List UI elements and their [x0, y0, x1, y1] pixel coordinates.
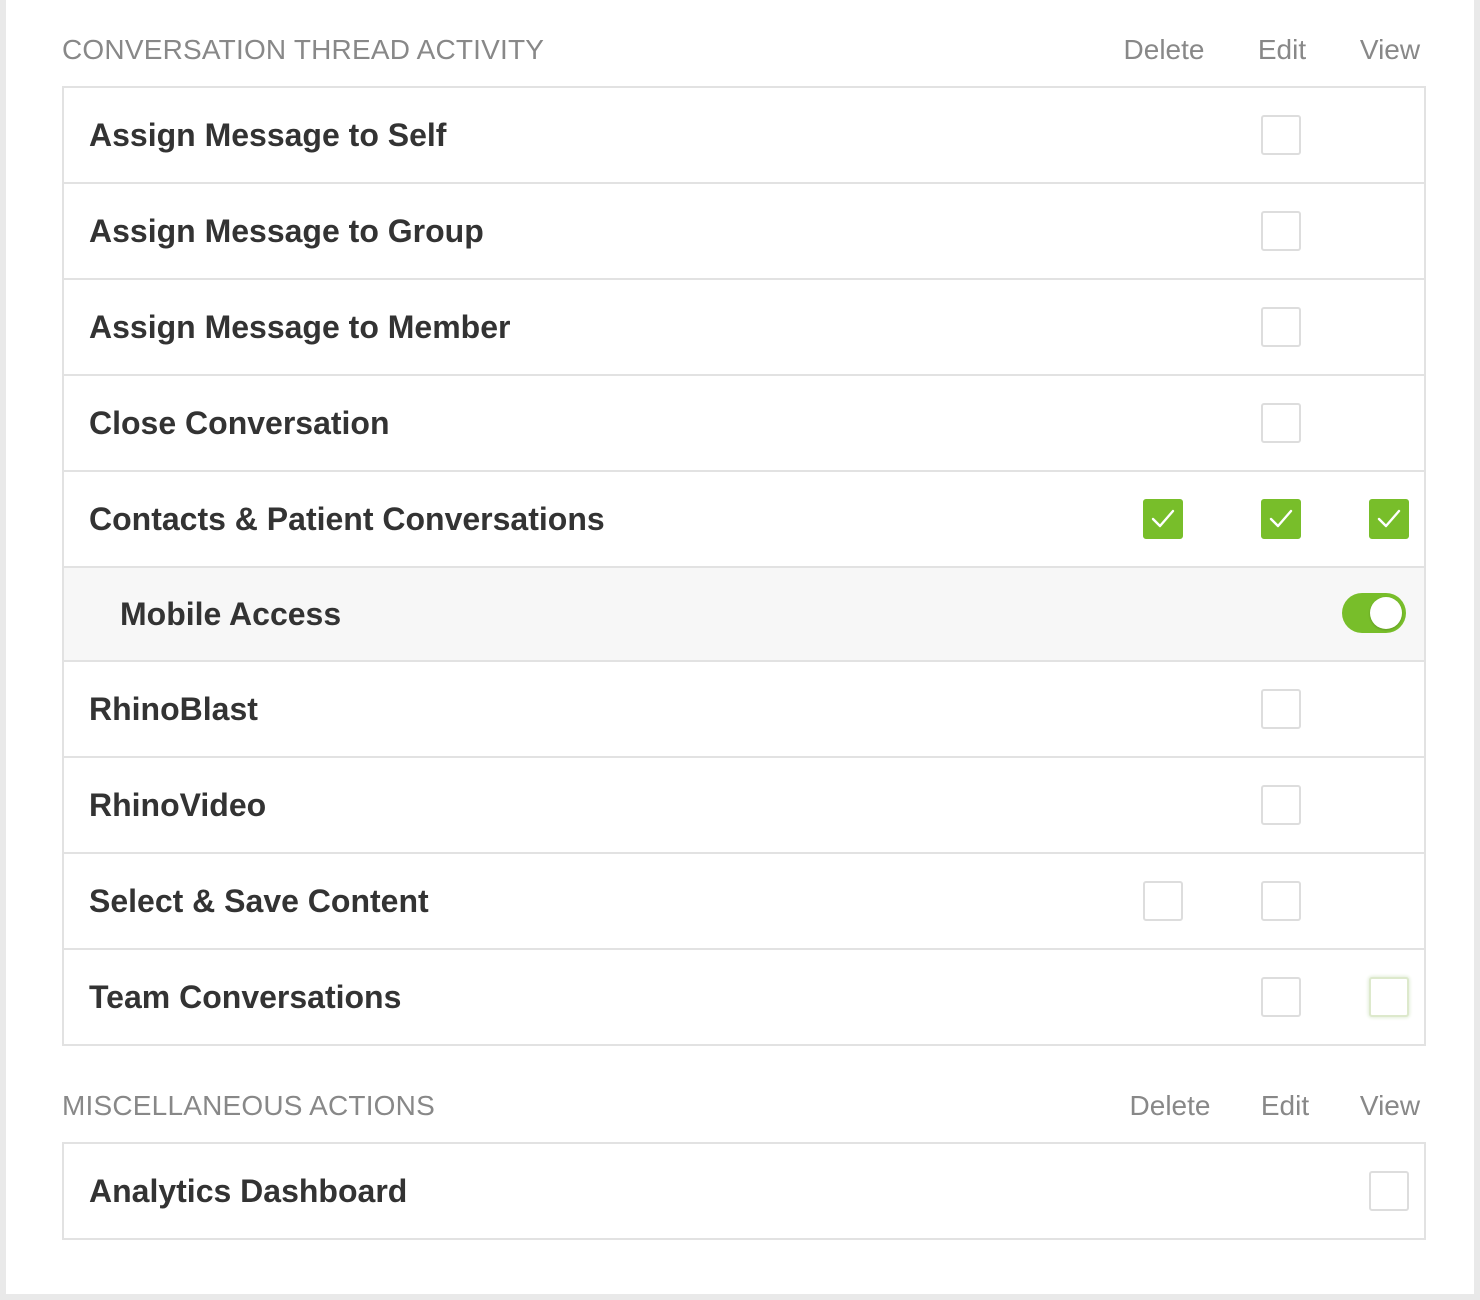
permission-subrow: Mobile Access: [64, 568, 1424, 662]
section-title: CONVERSATION THREAD ACTIVITY: [62, 34, 545, 65]
column-header-edit: Edit: [1257, 34, 1307, 65]
permission-label: Analytics Dashboard: [89, 1173, 408, 1209]
mobile-access-toggle[interactable]: [1342, 593, 1406, 633]
permissions-table-miscellaneous: Analytics Dashboard: [62, 1142, 1426, 1240]
permission-label: RhinoVideo: [89, 787, 267, 823]
permission-row: Assign Message to Member: [64, 280, 1424, 376]
view-checkbox[interactable]: [1369, 977, 1409, 1017]
column-header-view: View: [1359, 1090, 1421, 1121]
view-checkbox[interactable]: [1369, 1171, 1409, 1211]
permission-label: RhinoBlast: [89, 691, 258, 727]
permission-row: RhinoVideo: [64, 758, 1424, 854]
edit-checkbox[interactable]: [1261, 403, 1301, 443]
checkmark-icon: [1269, 509, 1293, 528]
edit-checkbox[interactable]: [1261, 881, 1301, 921]
permissions-table-conversation-thread: Assign Message to Self Assign Message to…: [62, 86, 1426, 1046]
permission-label: Team Conversations: [89, 979, 402, 1015]
edit-checkbox[interactable]: [1261, 211, 1301, 251]
column-header-view: View: [1359, 34, 1421, 65]
permission-label: Contacts & Patient Conversations: [89, 501, 605, 537]
section-header-miscellaneous-actions: MISCELLANEOUS ACTIONS Delete Edit View: [62, 1086, 1422, 1126]
edit-checkbox[interactable]: [1261, 785, 1301, 825]
delete-checkbox[interactable]: [1143, 881, 1183, 921]
permission-row: Select & Save Content: [64, 854, 1424, 950]
permission-label: Assign Message to Self: [89, 117, 447, 153]
edit-checkbox[interactable]: [1261, 307, 1301, 347]
column-header-edit: Edit: [1260, 1090, 1310, 1121]
toggle-knob: [1370, 597, 1402, 629]
edit-checkbox[interactable]: [1261, 689, 1301, 729]
permission-label: Close Conversation: [89, 405, 390, 441]
permissions-panel: CONVERSATION THREAD ACTIVITY Delete Edit…: [6, 0, 1474, 1294]
permission-label: Assign Message to Group: [89, 213, 484, 249]
checkmark-icon: [1377, 509, 1401, 528]
view-checkbox[interactable]: [1369, 499, 1409, 539]
section-title: MISCELLANEOUS ACTIONS: [62, 1090, 435, 1121]
column-header-delete: Delete: [1123, 34, 1205, 65]
section-header-conversation-thread: CONVERSATION THREAD ACTIVITY Delete Edit…: [62, 30, 1422, 70]
delete-checkbox[interactable]: [1143, 499, 1183, 539]
permission-row: Close Conversation: [64, 376, 1424, 472]
permission-row: RhinoBlast: [64, 662, 1424, 758]
permission-row: Assign Message to Group: [64, 184, 1424, 280]
permission-row: Analytics Dashboard: [64, 1144, 1424, 1238]
checkmark-icon: [1151, 509, 1175, 528]
edit-checkbox[interactable]: [1261, 115, 1301, 155]
edit-checkbox[interactable]: [1261, 499, 1301, 539]
permission-label: Select & Save Content: [89, 883, 429, 919]
edit-checkbox[interactable]: [1261, 977, 1301, 1017]
permission-row: Contacts & Patient Conversations: [64, 472, 1424, 568]
column-header-delete: Delete: [1129, 1090, 1211, 1121]
permission-row: Team Conversations: [64, 950, 1424, 1044]
permission-label: Assign Message to Member: [89, 309, 511, 345]
permission-row: Assign Message to Self: [64, 88, 1424, 184]
permission-label: Mobile Access: [120, 596, 342, 632]
